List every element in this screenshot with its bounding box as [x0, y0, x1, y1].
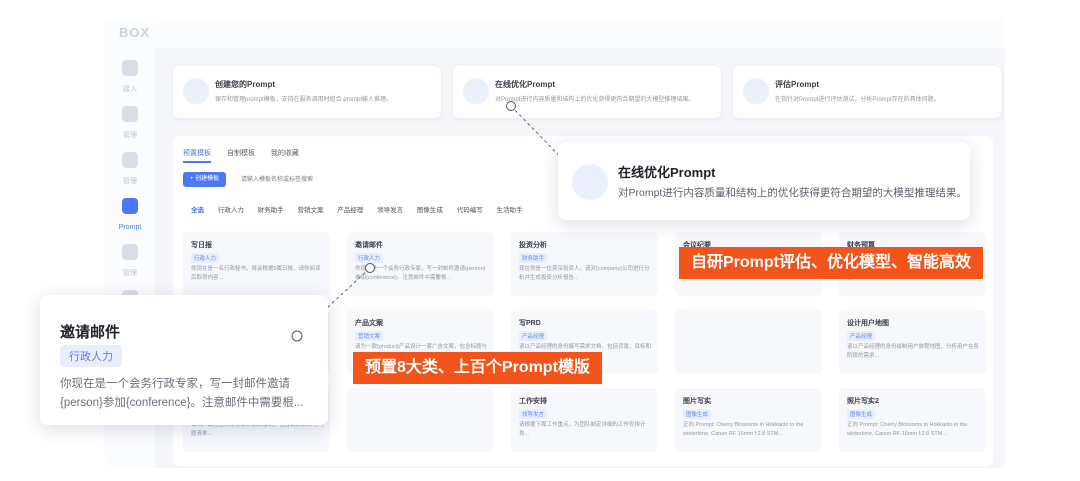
feature-desc: 在指针对Prompt进行评估测试，分析Prompt存在的具体问题。: [775, 97, 940, 103]
sidebar-item-manage-1[interactable]: 管理: [105, 100, 155, 144]
library-tabs: 预置模板 自制模板 我的收藏: [183, 148, 313, 163]
top-bar: BOX: [105, 18, 1005, 48]
category-leadership[interactable]: 领导发言: [377, 204, 403, 214]
template-card[interactable]: 邀请邮件行政人力你现在是一个会务行政专家，写一封邮件邀请{person}参加{c…: [347, 232, 494, 296]
template-card[interactable]: 设计用户地图 产品经理请以产品经理的身份绘制用户旅程地图，分析用户在各阶段的需求.…: [839, 310, 986, 374]
sidebar-item-manage-3[interactable]: 管理: [105, 238, 155, 282]
card-title: 投资分析: [519, 242, 547, 249]
feature-title: 创建您的Prompt: [215, 80, 275, 89]
box-icon: [122, 106, 138, 122]
card-desc: 请以产品经理的身份绘制用户旅程地图，分析用户在各阶段的需求...: [847, 344, 980, 359]
tab-favorites[interactable]: 我的收藏: [271, 148, 299, 158]
card-desc: 正向 Prompt: Cherry Blossoms in Hokkaido i…: [847, 422, 968, 437]
card-desc: 请根据下周工作重点，为团队制定详细的工作安排计划...: [519, 422, 646, 437]
card-desc: 正向 Prompt: Cherry Blossoms in Hokkaido i…: [683, 422, 804, 437]
brand-logo: BOX: [119, 25, 151, 40]
callout-tag: 行政人力: [60, 345, 122, 367]
template-card[interactable]: 写日报行政人力你现在是一名行政秘书，将会根据9属日报，请你阅读后取得内容...: [183, 232, 330, 296]
card-title: 产品文案: [355, 320, 383, 327]
template-card[interactable]: [347, 388, 494, 452]
sidebar-item-prompt[interactable]: Prompt: [105, 192, 155, 236]
category-marketing[interactable]: 营销文案: [297, 204, 323, 214]
sidebar-item-label: Prompt: [118, 224, 142, 231]
callout-title: 在线优化Prompt: [618, 165, 716, 180]
sidebar-item-manage-2[interactable]: 管理: [105, 146, 155, 190]
grid-icon: [122, 198, 138, 214]
card-tag: 行政人力: [355, 253, 384, 263]
card-title: 设计用户地图: [847, 320, 889, 327]
card-tag: 行政人力: [191, 253, 220, 263]
feature-card-optimize[interactable]: 在线优化Prompt 对Prompt进行内容质量和结构上的优化获得更符合期望的大…: [453, 66, 721, 118]
callout-title: 邀请邮件: [60, 324, 121, 341]
category-image[interactable]: 图像生成: [417, 204, 443, 214]
sidebar-item-label: 管理: [123, 178, 137, 185]
feature-card-evaluate[interactable]: 评估Prompt 在指针对Prompt进行评估测试，分析Prompt存在的具体问…: [733, 66, 1001, 118]
template-card[interactable]: 工作安排领导发言请根据下周工作重点，为团队制定详细的工作安排计划...: [511, 388, 658, 452]
callout-desc: 对Prompt进行内容质量和结构上的优化获得更符合期望的大模型推理结果。: [618, 187, 967, 199]
template-card[interactable]: 投资分析财务助手现在你是一位资深投资人，请对{company}公司进行分析并生成…: [511, 232, 658, 296]
card-desc: 你现在是一个会务行政专家，写一封邮件邀请{person}参加{conferenc…: [355, 266, 486, 281]
cube-icon: [122, 244, 138, 260]
plug-icon: [122, 60, 138, 76]
card-tag: 营销文案: [355, 331, 384, 341]
feature-title: 评估Prompt: [775, 80, 819, 89]
category-all[interactable]: 全选: [191, 204, 204, 214]
category-admin[interactable]: 行政人力: [218, 204, 244, 214]
feature-icon: [463, 78, 489, 104]
zoom-callout-optimize: 在线优化Prompt 对Prompt进行内容质量和结构上的优化获得更符合期望的大…: [558, 142, 970, 220]
sidebar-item-access[interactable]: 接入: [105, 54, 155, 98]
template-card[interactable]: 图片写实图像生成正向 Prompt: Cherry Blossoms in Ho…: [675, 388, 822, 452]
card-tag: 图像生成: [683, 409, 712, 419]
template-card[interactable]: 照片写实2 图像生成正向 Prompt: Cherry Blossoms in H…: [839, 388, 986, 452]
card-title: 邀请邮件: [355, 242, 383, 249]
card-title: 写日报: [191, 242, 212, 249]
card-title: 工作安排: [519, 398, 547, 405]
feature-card-create[interactable]: 创建您的Prompt 保存和管理prompt模板，支持在服务调用时组合 prom…: [173, 66, 441, 118]
category-filter: 全选 行政人力 财务助手 营销文案 产品经理 领导发言 图像生成 代码编写 生活…: [191, 204, 535, 214]
card-desc: 现在你是一位资深投资人，请对{company}公司进行分析并生成投资分析报告..…: [519, 266, 650, 281]
card-title: 写PRD: [519, 320, 541, 327]
category-life[interactable]: 生活助手: [497, 204, 523, 214]
card-title: 图片写实: [683, 398, 711, 405]
card-title: 照片写实2: [847, 398, 879, 405]
callout-icon: [572, 164, 608, 200]
template-card[interactable]: [675, 310, 822, 374]
connector-dot: [291, 330, 303, 342]
search-input[interactable]: [241, 172, 431, 187]
card-tag: 图像生成: [847, 409, 876, 419]
zoom-callout-invite-email: 邀请邮件 行政人力 你现在是一个会务行政专家，写一封邮件邀请{person}参加…: [40, 295, 328, 425]
rocket-icon: [122, 152, 138, 168]
create-template-button[interactable]: + 创建模板: [183, 172, 227, 187]
feature-icon: [743, 78, 769, 104]
tab-preset[interactable]: 预置模板: [183, 148, 211, 163]
category-code[interactable]: 代码编写: [457, 204, 483, 214]
category-finance[interactable]: 财务助手: [258, 204, 284, 214]
tab-custom[interactable]: 自制模板: [227, 148, 255, 158]
feature-title: 在线优化Prompt: [495, 80, 555, 89]
card-tag: 领导发言: [519, 409, 548, 419]
sidebar-item-label: 管理: [123, 132, 137, 139]
card-tag: 产品经理: [519, 331, 548, 341]
sidebar-item-label: 接入: [123, 86, 137, 93]
feature-desc: 对Prompt进行内容质量和结构上的优化获得更符合期望的大模型推理结果。: [495, 97, 695, 103]
category-product[interactable]: 产品经理: [337, 204, 363, 214]
card-desc: 你现在是一名行政秘书，将会根据9属日报，请你阅读后取得内容...: [191, 266, 321, 281]
feature-icon: [183, 78, 209, 104]
card-tag: 产品经理: [847, 331, 876, 341]
feature-desc: 保存和管理prompt模板，支持在服务调用时组合 prompt输入推理。: [215, 97, 393, 103]
promo-banner-evaluate: 自研Prompt评估、优化模型、智能高效: [679, 247, 984, 279]
callout-desc: 你现在是一个会务行政专家，写一封邮件邀请{person}参加{conferenc…: [60, 378, 304, 409]
sidebar-item-label: 管理: [123, 270, 137, 277]
card-tag: 财务助手: [519, 253, 548, 263]
promo-banner-templates: 预置8大类、上百个Prompt模版: [353, 352, 602, 384]
